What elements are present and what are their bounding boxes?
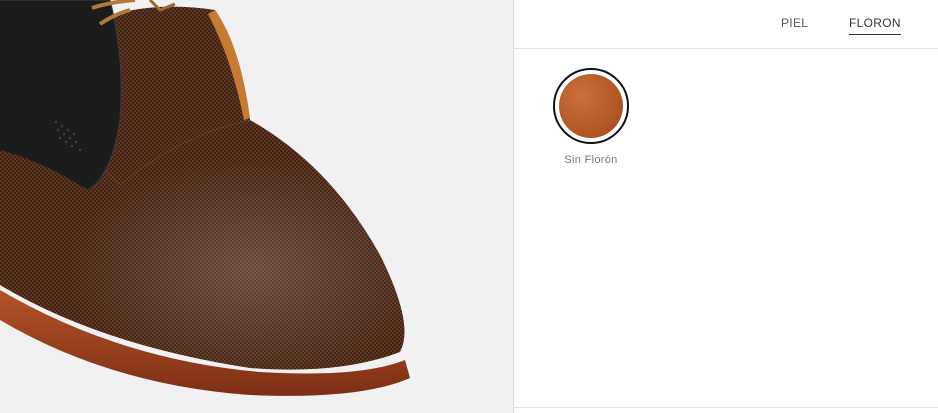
tab-floron-label: FLORON [849, 16, 901, 30]
color-swatch [559, 74, 623, 138]
shoe-image [0, 0, 410, 396]
tab-floron[interactable]: FLORON [849, 15, 901, 35]
active-tab-indicator [849, 34, 901, 35]
customization-panel: PIEL FLORON Sin Florón [514, 0, 938, 413]
tab-piel[interactable]: PIEL [781, 15, 808, 35]
option-sin-floron[interactable]: Sin Florón [547, 68, 635, 166]
option-label: Sin Florón [564, 154, 618, 166]
option-tabs: PIEL FLORON [514, 0, 938, 49]
selected-swatch-ring [553, 68, 629, 144]
shoe-preview[interactable] [0, 0, 513, 413]
bottom-divider [514, 407, 938, 408]
